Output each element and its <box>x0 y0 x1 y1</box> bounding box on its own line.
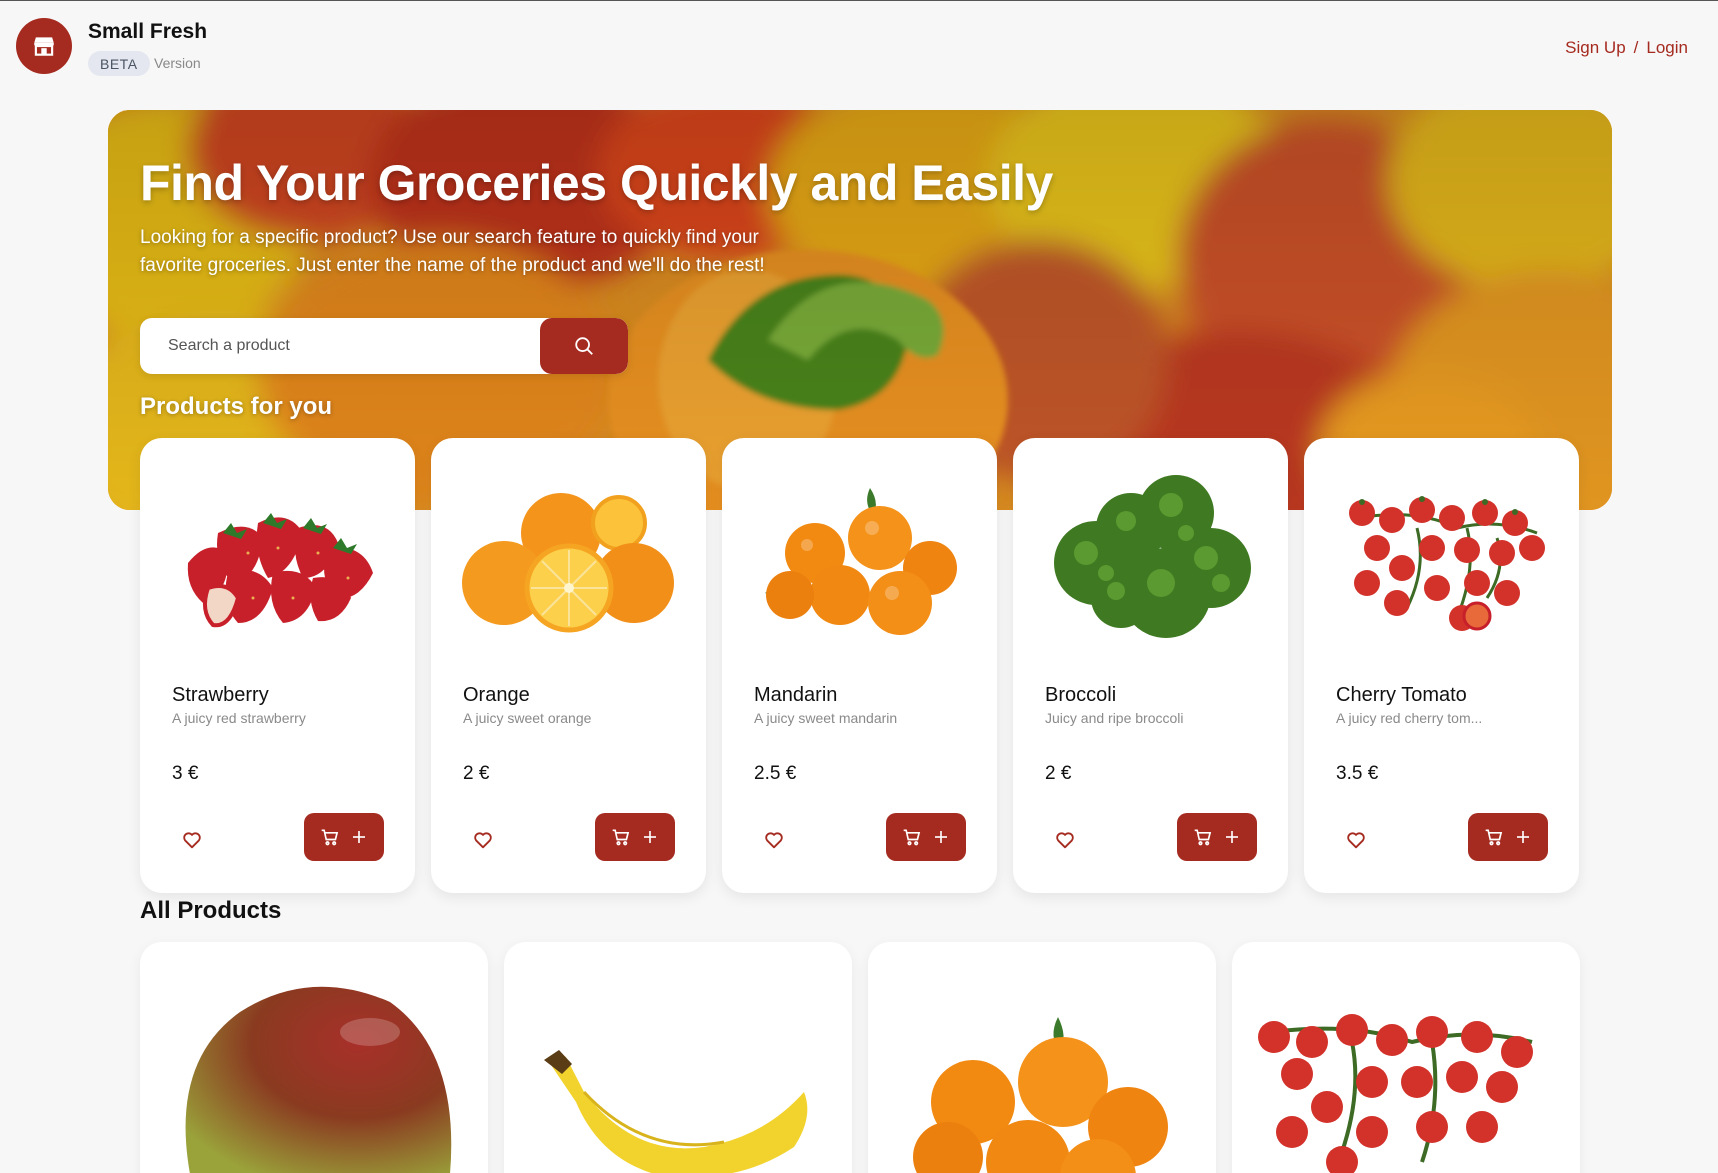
product-description: A juicy red strawberry <box>172 710 306 726</box>
add-to-cart-button[interactable] <box>886 813 966 861</box>
product-card[interactable]: Cherry Tomato A juicy red cherry tom... … <box>1304 438 1579 893</box>
auth-links: Sign Up / Login <box>1565 38 1688 58</box>
hero-title: Find Your Groceries Quickly and Easily <box>140 155 1053 211</box>
heart-icon <box>765 832 783 849</box>
favorite-button[interactable] <box>1340 824 1372 856</box>
cart-icon <box>903 829 921 846</box>
heart-icon <box>1347 832 1365 849</box>
auth-separator: / <box>1633 38 1639 57</box>
product-card[interactable]: Orange A juicy sweet orange 2 € <box>431 438 706 893</box>
logo[interactable] <box>16 18 72 74</box>
product-name: Mandarin <box>754 684 838 706</box>
mandarin-image <box>764 488 957 635</box>
product-description: A juicy sweet mandarin <box>754 710 898 726</box>
cart-icon <box>612 829 630 846</box>
product-card[interactable] <box>140 942 488 1173</box>
heart-icon <box>183 832 201 849</box>
product-description: A juicy red cherry tom... <box>1336 710 1483 726</box>
product-description: A juicy sweet orange <box>463 710 592 726</box>
favorite-button[interactable] <box>467 824 499 856</box>
product-card[interactable]: Broccoli Juicy and ripe broccoli 2 € <box>1013 438 1288 893</box>
version-label: Version <box>154 55 201 71</box>
search-input[interactable] <box>140 318 540 374</box>
search-icon <box>575 337 593 355</box>
product-price: 2 € <box>1045 763 1072 784</box>
add-to-cart-button[interactable] <box>1468 813 1548 861</box>
product-price: 2.5 € <box>754 763 797 784</box>
add-to-cart-button[interactable] <box>595 813 675 861</box>
search-bar <box>140 318 628 374</box>
beta-badge: BETA <box>88 51 150 76</box>
mandarin-image <box>913 1017 1168 1173</box>
product-description: Juicy and ripe broccoli <box>1045 710 1184 726</box>
product-price: 3.5 € <box>1336 763 1379 784</box>
plus-icon <box>935 831 947 843</box>
product-name: Orange <box>463 684 530 706</box>
product-image <box>451 463 686 663</box>
signup-link[interactable]: Sign Up <box>1565 38 1625 58</box>
favorite-button[interactable] <box>176 824 208 856</box>
product-name: Broccoli <box>1045 684 1117 706</box>
hero-subtitle: Looking for a specific product? Use our … <box>140 227 765 276</box>
heart-icon <box>1056 832 1074 849</box>
product-name: Strawberry <box>172 684 269 706</box>
plus-icon <box>1517 831 1529 843</box>
product-image <box>160 463 395 663</box>
add-to-cart-button[interactable] <box>1177 813 1257 861</box>
search-button[interactable] <box>540 318 628 374</box>
cherry-tomato-image <box>1348 496 1545 631</box>
product-image <box>742 463 977 663</box>
cart-icon <box>1485 829 1503 846</box>
product-name: Cherry Tomato <box>1336 684 1467 706</box>
product-card[interactable]: Mandarin A juicy sweet mandarin 2.5 € <box>722 438 997 893</box>
store-icon <box>34 37 54 56</box>
login-link[interactable]: Login <box>1646 38 1688 58</box>
product-image <box>1033 463 1268 663</box>
product-card[interactable]: Strawberry A juicy red strawberry 3 € <box>140 438 415 893</box>
heart-icon <box>474 832 492 849</box>
plus-icon <box>353 831 365 843</box>
products-for-you-heading: Products for you <box>140 393 333 420</box>
orange-image <box>461 493 674 633</box>
plus-icon <box>644 831 656 843</box>
header: Small Fresh BETA Version Sign Up / Login <box>0 1 1718 97</box>
product-price: 2 € <box>463 763 490 784</box>
product-card[interactable] <box>868 942 1216 1173</box>
product-card[interactable] <box>504 942 852 1173</box>
favorite-button[interactable] <box>758 824 790 856</box>
brand-name: Small Fresh <box>88 20 208 43</box>
product-card[interactable] <box>1232 942 1580 1173</box>
add-to-cart-button[interactable] <box>304 813 384 861</box>
product-image <box>1324 463 1559 663</box>
banana-image <box>544 1050 808 1173</box>
cherry-tomato-image <box>1258 1014 1533 1173</box>
cart-icon <box>321 829 339 846</box>
mango-image <box>185 986 452 1173</box>
cart-icon <box>1194 829 1212 846</box>
plus-icon <box>1226 831 1238 843</box>
broccoli-image <box>1053 475 1251 638</box>
strawberry-image <box>187 513 373 628</box>
favorite-button[interactable] <box>1049 824 1081 856</box>
all-products-heading: All Products <box>140 897 282 924</box>
product-price: 3 € <box>172 763 199 784</box>
